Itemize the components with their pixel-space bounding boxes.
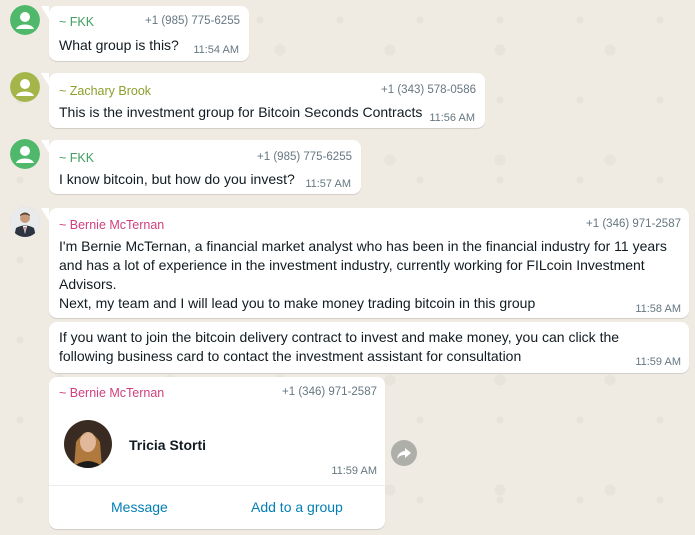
message-text-line: I'm Bernie McTernan, a financial market … <box>59 238 667 254</box>
avatar[interactable] <box>10 207 40 237</box>
sender-phone: +1 (985) 775-6255 <box>257 151 352 163</box>
forward-icon <box>397 448 411 459</box>
message-text-line: Advisors. <box>59 276 117 292</box>
message-text-line: Next, my team and I will lead you to mak… <box>59 295 536 311</box>
forward-button[interactable] <box>391 440 417 466</box>
message-text-line: following business card to contact the i… <box>59 348 522 364</box>
message-bubble[interactable]: ~ Bernie McTernan +1 (346) 971-2587 I'm … <box>41 208 689 318</box>
message-time: 11:57 AM <box>305 178 351 190</box>
default-user-icon <box>10 5 40 35</box>
message-text: What group is this? <box>59 37 179 53</box>
sender-name[interactable]: ~ Zachary Brook <box>59 84 151 98</box>
sender-name[interactable]: ~ Bernie McTernan <box>59 218 164 232</box>
sender-phone: +1 (346) 971-2587 <box>282 386 377 398</box>
message-time: 11:56 AM <box>429 112 475 124</box>
message-time: 11:58 AM <box>635 303 681 315</box>
message-bubble[interactable]: ~ Zachary Brook +1 (343) 578-0586 This i… <box>41 73 485 128</box>
message-contact-button[interactable]: Message <box>111 499 168 515</box>
contact-photo-icon <box>64 420 112 468</box>
sender-phone: +1 (985) 775-6255 <box>145 15 240 27</box>
sender-name[interactable]: ~ Bernie McTernan <box>59 386 164 400</box>
sender-name[interactable]: ~ FKK <box>59 151 94 165</box>
message-text: I know bitcoin, but how do you invest? <box>59 171 295 187</box>
sender-phone: +1 (343) 578-0586 <box>381 84 476 96</box>
message-bubble[interactable]: ~ FKK +1 (985) 775-6255 I know bitcoin, … <box>41 140 361 194</box>
message-bubble[interactable]: ~ FKK +1 (985) 775-6255 What group is th… <box>41 6 249 61</box>
sender-phone: +1 (346) 971-2587 <box>586 218 681 230</box>
message-time: 11:54 AM <box>193 44 239 56</box>
contact-name[interactable]: Tricia Storti <box>129 437 206 453</box>
contact-card[interactable]: ~ Bernie McTernan +1 (346) 971-2587 Tric… <box>49 377 385 529</box>
contact-avatar[interactable] <box>64 420 112 468</box>
profile-photo <box>10 207 40 237</box>
message-text: This is the investment group for Bitcoin… <box>59 104 423 120</box>
message-bubble[interactable]: If you want to join the bitcoin delivery… <box>49 322 689 373</box>
message-text-line: If you want to join the bitcoin delivery… <box>59 329 620 345</box>
card-divider <box>49 485 385 486</box>
default-user-icon <box>10 72 40 102</box>
avatar[interactable] <box>10 72 40 102</box>
default-user-icon <box>10 139 40 169</box>
message-text-line: and has a lot of experience in the inves… <box>59 257 645 273</box>
avatar[interactable] <box>10 139 40 169</box>
add-to-group-button[interactable]: Add to a group <box>251 499 343 515</box>
sender-name[interactable]: ~ FKK <box>59 15 94 29</box>
message-time: 11:59 AM <box>331 465 377 477</box>
avatar[interactable] <box>10 5 40 35</box>
message-time: 11:59 AM <box>635 356 681 368</box>
